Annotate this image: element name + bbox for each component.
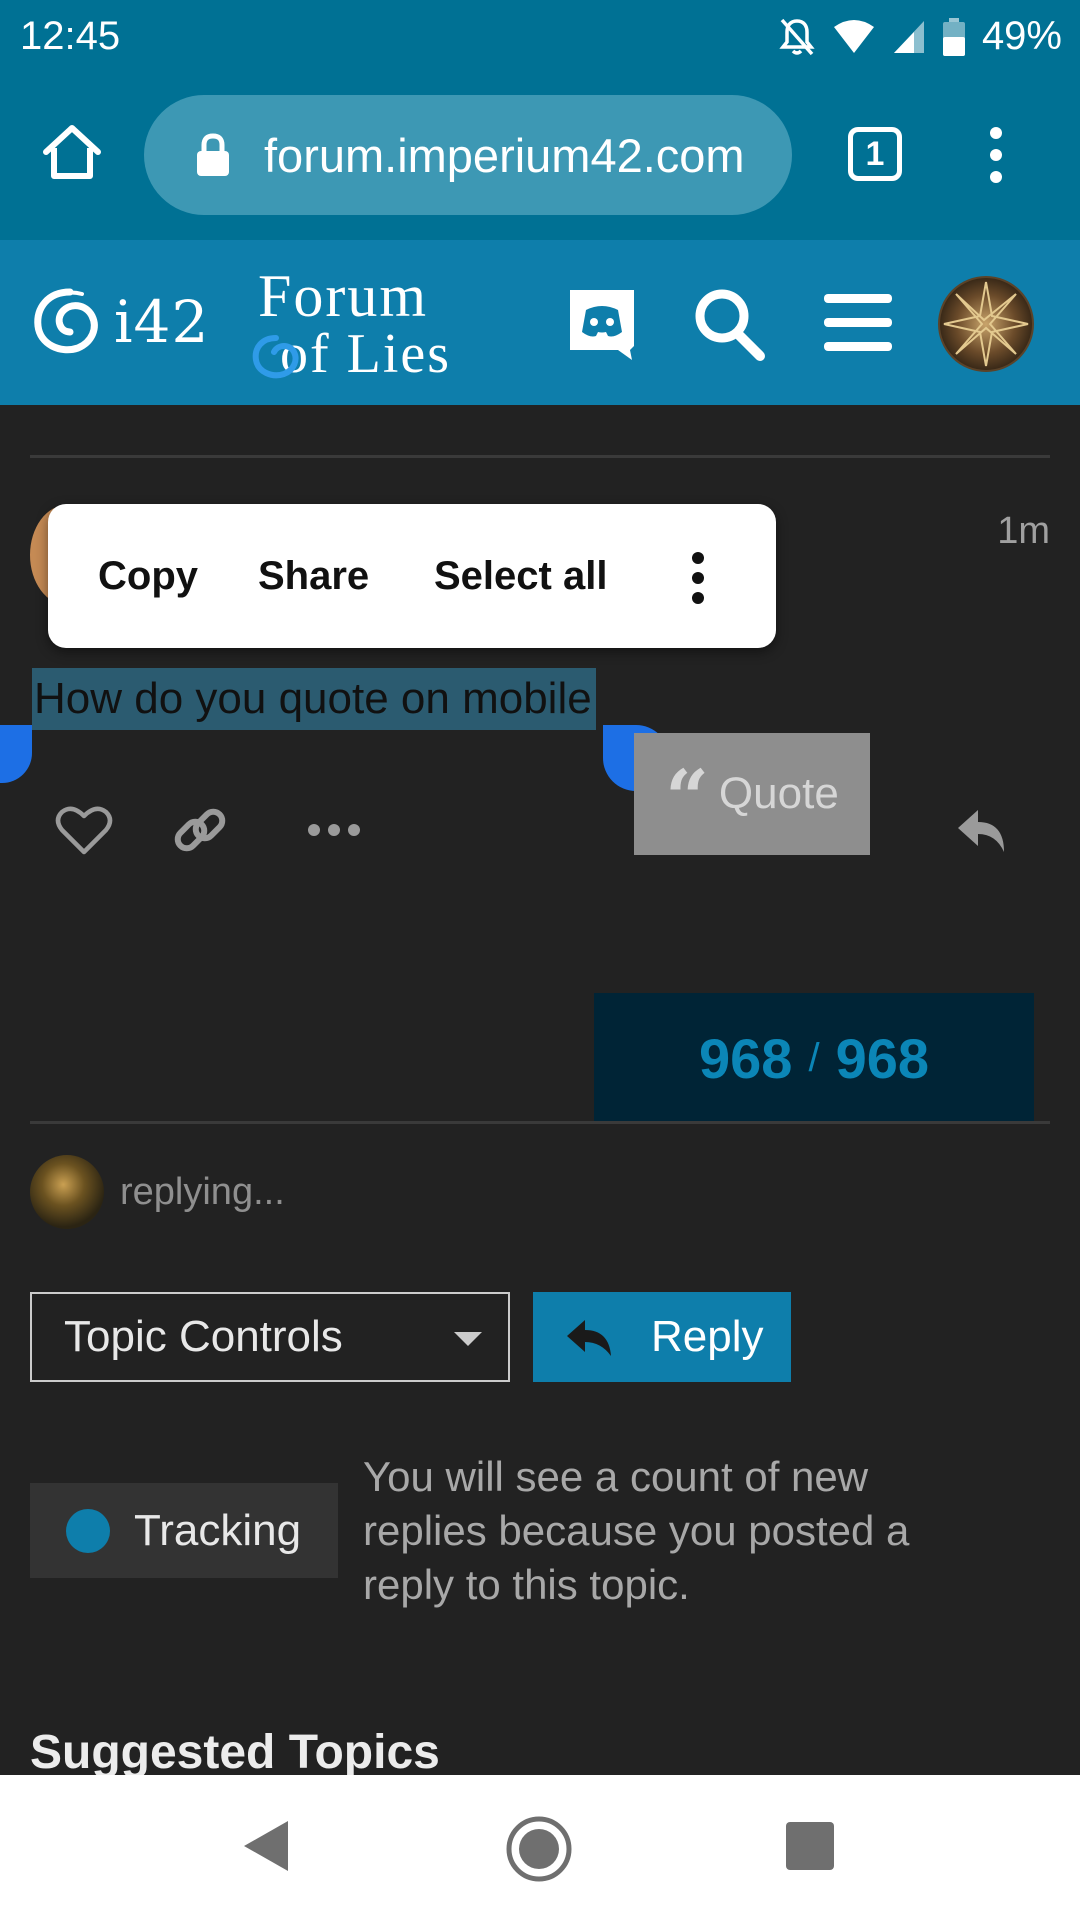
- discord-icon[interactable]: [562, 284, 642, 364]
- text-selection-menu: Copy Share Select all: [48, 504, 776, 648]
- notification-description: You will see a count of new replies beca…: [363, 1453, 910, 1608]
- user-avatar[interactable]: [938, 276, 1034, 372]
- home-icon[interactable]: [40, 120, 104, 184]
- battery-icon: [942, 17, 965, 56]
- browser-toolbar: forum.imperium42.com 1: [0, 75, 1080, 240]
- browser-menu-icon[interactable]: [982, 125, 1010, 185]
- like-heart-icon[interactable]: [54, 800, 114, 860]
- replying-text: replying...: [120, 1170, 285, 1213]
- link-icon[interactable]: [170, 800, 230, 860]
- i42-swirl-icon: [34, 288, 98, 354]
- status-time: 12:45: [20, 14, 121, 58]
- selection-handle-start[interactable]: [0, 725, 32, 783]
- forum-of-lies-logo[interactable]: Forum of Lies: [252, 263, 452, 385]
- divider: [30, 455, 1050, 458]
- address-bar[interactable]: forum.imperium42.com: [144, 95, 792, 215]
- post-time: 1m: [997, 510, 1050, 552]
- site-header: i42 Forum of Lies: [0, 240, 1080, 405]
- swirl-icon: [252, 335, 299, 379]
- share-menu-item[interactable]: Share: [258, 554, 369, 599]
- notification-level-button[interactable]: Tracking: [30, 1483, 338, 1578]
- tracking-dot-icon: [66, 1508, 110, 1553]
- search-icon[interactable]: [688, 284, 768, 364]
- wifi-icon: [833, 19, 874, 53]
- tab-switcher-button[interactable]: 1: [848, 127, 902, 181]
- chevron-down-icon: [454, 1332, 482, 1346]
- signal-icon: [893, 20, 924, 53]
- status-icons: 49%: [778, 14, 1062, 59]
- more-options-icon[interactable]: [688, 550, 708, 606]
- do-not-disturb-icon: [779, 18, 815, 55]
- topic-controls-label: Topic Controls: [64, 1312, 343, 1361]
- suggested-topics-heading: Suggested Topics: [30, 1726, 440, 1775]
- forum-title-line2: of Lies: [280, 323, 452, 385]
- i42-logo[interactable]: i42: [30, 284, 209, 360]
- select-all-menu-item[interactable]: Select all: [434, 554, 607, 599]
- progress-total: 968: [835, 1026, 929, 1090]
- quote-label: Quote: [718, 769, 839, 818]
- home-nav-icon[interactable]: [505, 1815, 573, 1883]
- battery-percent: 49%: [981, 14, 1062, 58]
- status-bar: 12:45 49%: [0, 0, 1080, 75]
- forum-title-line2-wrap: of Lies: [252, 323, 452, 385]
- progress-separator: /: [808, 1035, 820, 1080]
- back-icon[interactable]: [242, 1819, 290, 1873]
- star-emblem-icon: [943, 281, 1029, 367]
- brand-text: i42: [114, 288, 210, 356]
- hamburger-menu-icon[interactable]: [818, 284, 898, 364]
- reply-icon: [567, 1320, 611, 1356]
- recent-apps-icon[interactable]: [786, 1822, 834, 1870]
- tracking-label: Tracking: [134, 1505, 302, 1555]
- replying-user-avatar: [30, 1155, 104, 1229]
- reply-label: Reply: [651, 1312, 764, 1361]
- lock-icon: [197, 133, 229, 176]
- replying-indicator: replying...: [30, 1155, 285, 1229]
- topic-progress[interactable]: 968 / 968: [594, 993, 1034, 1123]
- post-body-selected-text[interactable]: How do you quote on mobile: [32, 668, 596, 730]
- quote-icon: “: [665, 753, 709, 842]
- url-text[interactable]: forum.imperium42.com: [264, 128, 745, 183]
- forum-title-line1: Forum: [258, 263, 429, 329]
- reply-button[interactable]: Reply: [533, 1292, 791, 1382]
- more-actions-icon[interactable]: [304, 800, 364, 860]
- quote-button[interactable]: “ Quote: [634, 733, 870, 855]
- topic-controls-dropdown[interactable]: Topic Controls: [30, 1292, 510, 1382]
- reply-arrow-icon[interactable]: [952, 800, 1012, 860]
- system-nav-bar: [0, 1775, 1080, 1920]
- progress-current: 968: [699, 1026, 793, 1090]
- divider: [30, 1121, 1050, 1124]
- copy-menu-item[interactable]: Copy: [98, 554, 198, 599]
